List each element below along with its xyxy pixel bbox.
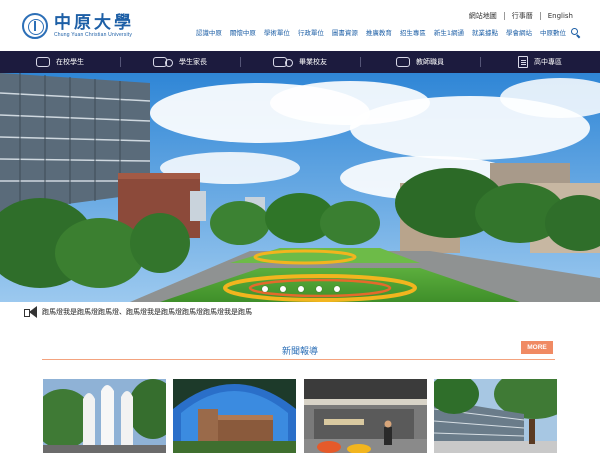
alumni-icon bbox=[273, 57, 293, 67]
nav-item[interactable]: 就業據點 bbox=[472, 27, 498, 37]
search-icon[interactable] bbox=[571, 27, 580, 37]
english-link[interactable]: English bbox=[541, 12, 580, 20]
main-nav: 認識中原 關懷中原 學術單位 行政單位 圖書資源 推廣教育 招生專區 新生1網通… bbox=[188, 27, 580, 37]
audience-tab-highschool[interactable]: 高中專區 bbox=[480, 51, 600, 73]
audience-tab-label: 學生家長 bbox=[179, 58, 207, 66]
announcement-ticker[interactable]: 跑馬燈我是跑馬燈跑馬燈、跑馬燈我是跑馬燈跑馬燈跑馬燈我是跑馬 bbox=[22, 304, 252, 320]
audience-tab-label: 高中專區 bbox=[534, 58, 562, 66]
university-logo[interactable]: 中原大學 Chung Yuan Christian University bbox=[22, 11, 142, 41]
utility-links: 網站地圖 行事曆 English bbox=[462, 11, 580, 21]
nav-item[interactable]: 圖書資源 bbox=[332, 27, 358, 37]
nav-item[interactable]: 中原數位 bbox=[540, 27, 566, 37]
news-card[interactable] bbox=[43, 379, 166, 453]
megaphone-icon bbox=[22, 306, 38, 318]
logo-english-name: Chung Yuan Christian University bbox=[54, 31, 133, 38]
ticker-text[interactable]: 跑馬燈我是跑馬燈跑馬燈、跑馬燈我是跑馬燈跑馬燈跑馬燈我是跑馬 bbox=[42, 307, 252, 317]
site-header: 中原大學 Chung Yuan Christian University 網站地… bbox=[0, 0, 600, 51]
news-divider bbox=[42, 359, 555, 360]
slide-dot[interactable] bbox=[298, 286, 304, 292]
hero-banner[interactable] bbox=[0, 73, 600, 302]
parents-icon bbox=[153, 57, 173, 67]
logo-chinese-name: 中原大學 bbox=[54, 12, 134, 33]
campus-photo bbox=[0, 73, 600, 302]
audience-tab-students[interactable]: 在校學生 bbox=[0, 51, 120, 73]
slide-dot[interactable] bbox=[280, 286, 286, 292]
news-image bbox=[173, 379, 297, 453]
highschool-icon bbox=[518, 56, 528, 68]
news-card[interactable] bbox=[173, 379, 297, 453]
news-thumbnails bbox=[43, 379, 557, 453]
news-image bbox=[433, 379, 557, 453]
nav-item[interactable]: 推廣教育 bbox=[366, 27, 392, 37]
news-card[interactable] bbox=[303, 379, 427, 453]
nav-item[interactable]: 關懷中原 bbox=[230, 27, 256, 37]
nav-item[interactable]: 招生專區 bbox=[400, 27, 426, 37]
student-icon bbox=[36, 57, 50, 67]
news-image bbox=[43, 379, 166, 453]
audience-bar: 在校學生 學生家長 畢業校友 教師職員 高中專區 bbox=[0, 51, 600, 73]
logo-text: 中原大學 Chung Yuan Christian University bbox=[54, 14, 134, 39]
news-image bbox=[303, 379, 427, 453]
sitemap-link[interactable]: 網站地圖 bbox=[462, 11, 504, 21]
audience-tab-staff[interactable]: 教師職員 bbox=[360, 51, 480, 73]
slide-dot[interactable] bbox=[316, 286, 322, 292]
staff-icon bbox=[396, 57, 410, 67]
seal-logo-icon bbox=[22, 13, 48, 39]
nav-item[interactable]: 認識中原 bbox=[196, 27, 222, 37]
nav-item[interactable]: 學會網站 bbox=[506, 27, 532, 37]
audience-tab-label: 畢業校友 bbox=[299, 58, 327, 66]
slide-dot[interactable] bbox=[334, 286, 340, 292]
calendar-link[interactable]: 行事曆 bbox=[505, 11, 540, 21]
slide-indicators bbox=[262, 286, 352, 292]
nav-item[interactable]: 行政單位 bbox=[298, 27, 324, 37]
news-more-button[interactable]: MORE bbox=[521, 341, 553, 354]
news-card[interactable] bbox=[433, 379, 557, 453]
audience-tab-alumni[interactable]: 畢業校友 bbox=[240, 51, 360, 73]
audience-tab-label: 教師職員 bbox=[416, 58, 444, 66]
news-section-title: 新聞報導 bbox=[281, 347, 318, 357]
audience-tab-label: 在校學生 bbox=[56, 58, 84, 66]
nav-item[interactable]: 學術單位 bbox=[264, 27, 290, 37]
nav-item[interactable]: 新生1網通 bbox=[434, 27, 464, 37]
slide-dot[interactable] bbox=[262, 286, 268, 292]
audience-tab-parents[interactable]: 學生家長 bbox=[120, 51, 240, 73]
